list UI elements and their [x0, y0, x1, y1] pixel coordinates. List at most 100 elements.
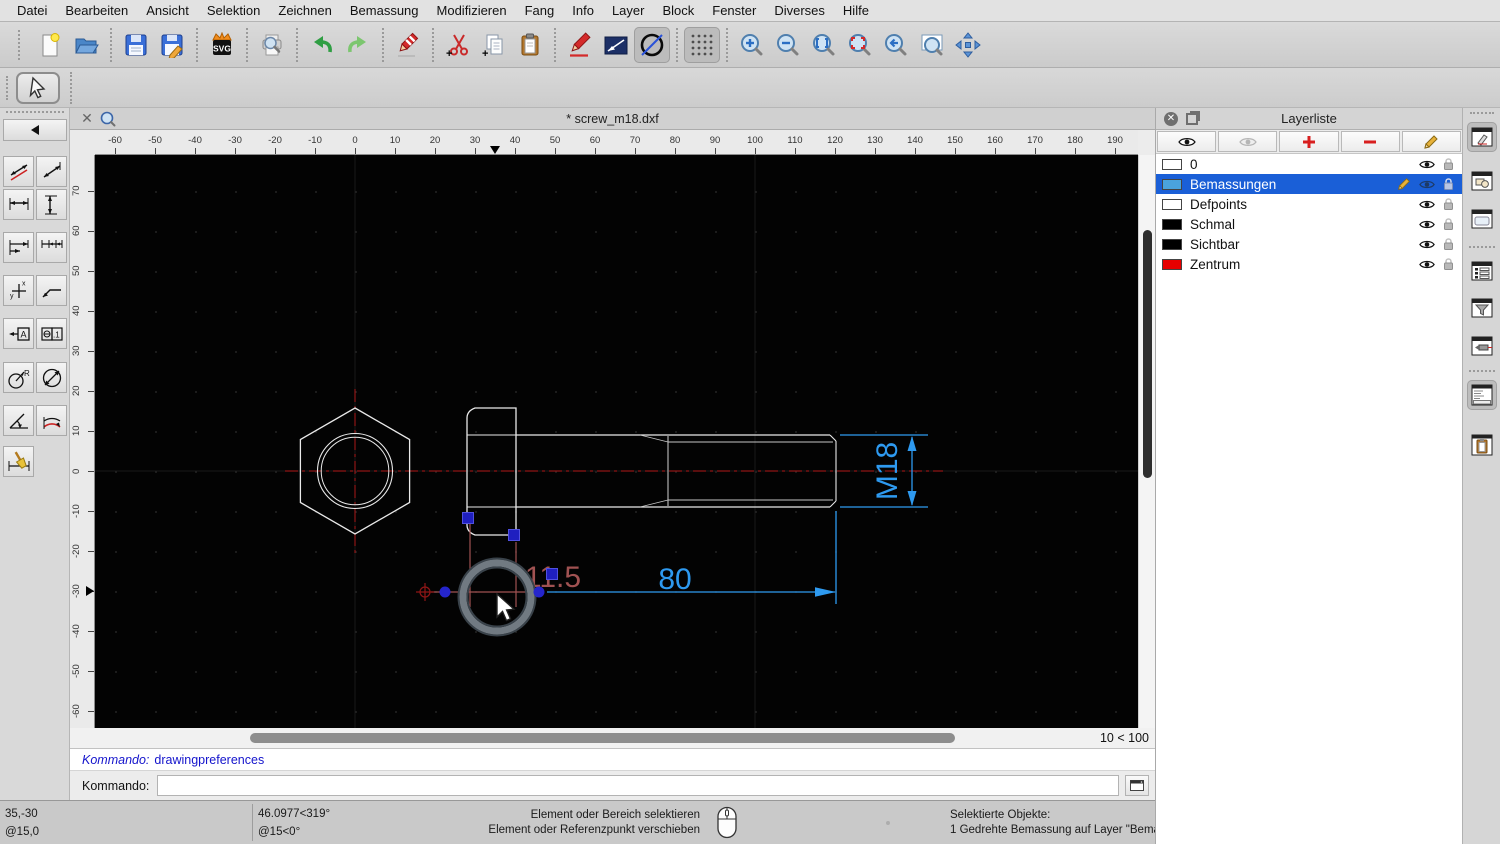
remove-layer-button[interactable] [1340, 131, 1400, 152]
toolbar-drag-handle[interactable] [18, 29, 26, 60]
dim-linear-button[interactable] [36, 156, 67, 187]
redo-button[interactable] [340, 27, 376, 63]
layer-row-icons[interactable] [1397, 177, 1454, 191]
menu-item-modifizieren[interactable]: Modifizieren [428, 3, 516, 18]
drawing-area[interactable]: M18 80 11.5 [95, 155, 1138, 728]
menu-item-layer[interactable]: Layer [603, 3, 654, 18]
close-panel-icon[interactable]: ✕ [1164, 111, 1178, 126]
dim-radius-button[interactable]: R [3, 362, 34, 393]
menu-item-info[interactable]: Info [563, 3, 603, 18]
menu-item-selektion[interactable]: Selektion [198, 3, 269, 18]
dim-ordinate-button[interactable]: xy [3, 275, 34, 306]
menu-item-block[interactable]: Block [653, 3, 703, 18]
pen-edit-button[interactable] [562, 27, 598, 63]
command-dock-button[interactable] [1467, 380, 1497, 410]
dim-leader-button[interactable] [36, 275, 67, 306]
layer-color-swatch[interactable] [1162, 258, 1182, 270]
erase-button[interactable] [390, 27, 426, 63]
menu-item-bearbeiten[interactable]: Bearbeiten [56, 3, 137, 18]
circle-tool-button[interactable] [634, 26, 670, 63]
zoom-window-button[interactable] [914, 27, 950, 63]
layer-row-icons[interactable] [1419, 257, 1454, 271]
clipboard-dock-button[interactable] [1467, 430, 1497, 460]
layer-color-swatch[interactable] [1162, 198, 1182, 210]
layer-row-bemassungen[interactable]: Bemassungen [1156, 174, 1462, 194]
menu-item-ansicht[interactable]: Ansicht [137, 3, 198, 18]
undo-button[interactable] [304, 27, 340, 63]
dim-aligned-button[interactable] [3, 156, 34, 187]
dim-tolerance-button[interactable]: .1 [36, 318, 67, 349]
horizontal-scrollbar[interactable] [95, 731, 1107, 745]
print-preview-button[interactable] [254, 27, 290, 63]
pan-button[interactable] [950, 27, 986, 63]
dim-label-button[interactable]: A [3, 318, 34, 349]
dim-erase-button[interactable] [3, 446, 34, 477]
export-svg-button[interactable]: SVG [204, 27, 240, 63]
layer-color-swatch[interactable] [1162, 178, 1182, 190]
zoom-previous-button[interactable] [878, 27, 914, 63]
cut-button[interactable]: + [440, 27, 476, 63]
layer-row-defpoints[interactable]: Defpoints [1156, 194, 1462, 214]
menu-item-diverses[interactable]: Diverses [765, 3, 834, 18]
command-input[interactable] [157, 775, 1119, 796]
dock-drag-handle[interactable] [1470, 112, 1494, 114]
dim-diameter-button[interactable] [36, 362, 67, 393]
dim-vertical-button[interactable] [36, 189, 67, 220]
open-file-button[interactable] [68, 27, 104, 63]
hide-all-layers-button[interactable] [1218, 131, 1278, 152]
layer-row-zentrum[interactable]: Zentrum [1156, 254, 1462, 274]
vertical-scrollbar-thumb[interactable] [1143, 230, 1152, 478]
dim-angular-button[interactable] [3, 405, 34, 436]
dim-arc-button[interactable] [36, 405, 67, 436]
layer-row-icons[interactable] [1419, 237, 1454, 251]
undo-icon [314, 35, 332, 52]
layer-color-swatch[interactable] [1162, 158, 1182, 170]
menu-item-zeichnen[interactable]: Zeichnen [269, 3, 340, 18]
layer-color-swatch[interactable] [1162, 218, 1182, 230]
layer-row-0[interactable]: 0 [1156, 154, 1462, 174]
layer-row-sichtbar[interactable]: Sichtbar [1156, 234, 1462, 254]
palette-back-button[interactable] [3, 119, 67, 141]
palette-drag-handle[interactable] [6, 111, 64, 113]
library-dock-button[interactable] [1467, 204, 1497, 234]
menu-item-hilfe[interactable]: Hilfe [834, 3, 878, 18]
toolbar-drag-handle[interactable] [6, 76, 10, 100]
red-pencil-icon [570, 31, 591, 57]
show-all-layers-button[interactable] [1157, 131, 1217, 152]
dim-horizontal-button[interactable] [3, 189, 34, 220]
layer-color-swatch[interactable] [1162, 238, 1182, 250]
new-file-button[interactable] [32, 27, 68, 63]
menu-item-fenster[interactable]: Fenster [703, 3, 765, 18]
entity-list-dock-button[interactable] [1467, 256, 1497, 286]
menu-item-bemassung[interactable]: Bemassung [341, 3, 428, 18]
paste-button[interactable] [512, 27, 548, 63]
zoom-selected-button[interactable] [842, 27, 878, 63]
zoom-out-button[interactable] [770, 27, 806, 63]
zoom-in-button[interactable] [734, 27, 770, 63]
layer-row-schmal[interactable]: Schmal [1156, 214, 1462, 234]
add-layer-button[interactable] [1279, 131, 1339, 152]
pen-dock-button[interactable] [1467, 331, 1497, 361]
line-tool-button[interactable] [598, 27, 634, 63]
vertical-scrollbar[interactable] [1138, 155, 1155, 728]
dim-continue-button[interactable] [36, 232, 67, 263]
blocks-dock-button[interactable] [1467, 166, 1497, 196]
zoom-auto-button[interactable] [806, 27, 842, 63]
pen-style-dock-button[interactable] [1467, 122, 1497, 152]
save-as-button[interactable] [154, 27, 190, 63]
undock-panel-icon[interactable] [1186, 112, 1198, 125]
menu-item-datei[interactable]: Datei [8, 3, 56, 18]
grid-toggle-button[interactable] [684, 26, 720, 63]
edit-layer-button[interactable] [1401, 131, 1462, 152]
select-tool-button[interactable] [16, 72, 60, 104]
dim-baseline-button[interactable] [3, 232, 34, 263]
layer-row-icons[interactable] [1419, 217, 1454, 231]
save-button[interactable] [118, 27, 154, 63]
menu-item-fang[interactable]: Fang [516, 3, 564, 18]
command-keyboard-button[interactable] [1125, 775, 1149, 796]
filter-dock-button[interactable] [1467, 293, 1497, 323]
layer-row-icons[interactable] [1419, 157, 1454, 171]
horizontal-scrollbar-thumb[interactable] [250, 733, 955, 743]
layer-row-icons[interactable] [1419, 197, 1454, 211]
copy-button[interactable]: + [476, 27, 512, 63]
